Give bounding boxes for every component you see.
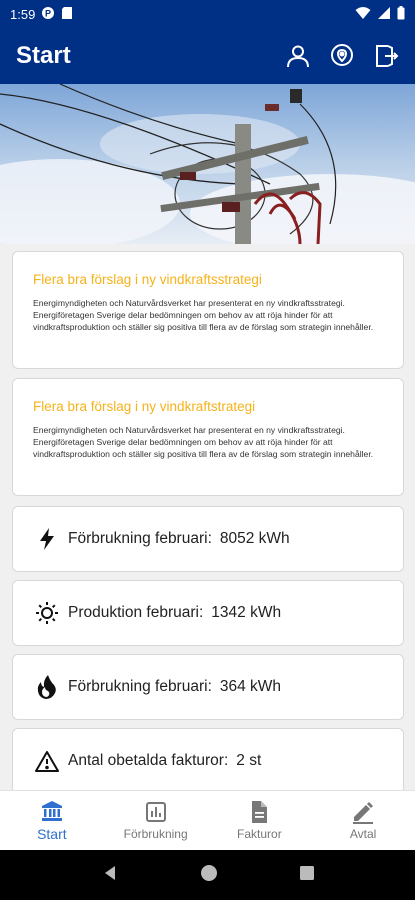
nav-label: Avtal xyxy=(349,827,377,841)
sd-card-icon xyxy=(61,6,73,23)
stat-label: Produktion februari: xyxy=(68,604,204,621)
stat-card-heating[interactable]: Förbrukning februari: 364 kWh xyxy=(12,654,404,720)
battery-icon xyxy=(397,5,405,23)
nav-tab-avtal[interactable]: Avtal xyxy=(311,791,415,850)
system-nav-bar xyxy=(0,850,415,900)
bank-icon xyxy=(41,801,62,821)
stat-value: 8052 kWh xyxy=(219,530,290,547)
nav-label: Start xyxy=(37,826,67,842)
status-time: 1:59 xyxy=(10,6,36,22)
flame-icon xyxy=(35,675,59,699)
wifi-icon xyxy=(355,6,371,23)
person-icon[interactable] xyxy=(285,43,311,69)
app-bar: Start xyxy=(0,28,415,84)
nav-tab-fakturor[interactable]: Fakturor xyxy=(208,791,312,850)
stat-label: Antal obetalda fakturor: xyxy=(68,752,229,769)
stat-card-consumption[interactable]: Förbrukning februari: 8052 kWh xyxy=(12,506,404,572)
stat-value: 1342 kWh xyxy=(211,604,282,621)
news-title: Flera bra förslag i ny vindkraftsstrateg… xyxy=(33,272,262,287)
stat-card-invoices[interactable]: Antal obetalda fakturor: 2 st xyxy=(12,728,404,790)
recents-icon[interactable] xyxy=(299,865,315,886)
logout-icon[interactable] xyxy=(373,43,399,69)
nav-label: Fakturor xyxy=(237,827,282,841)
back-icon[interactable] xyxy=(101,864,119,887)
warning-icon xyxy=(35,749,59,773)
nav-tab-start[interactable]: Start xyxy=(0,791,104,850)
news-body: Energimyndigheten och Naturvårdsverket h… xyxy=(33,425,374,459)
stat-card-production[interactable]: Produktion februari: 1342 kWh xyxy=(12,580,404,646)
stat-label: Förbrukning februari: xyxy=(68,678,212,695)
news-body: Energimyndigheten och Naturvårdsverket h… xyxy=(33,298,374,332)
location-icon[interactable] xyxy=(329,43,355,69)
nav-tab-forbrukning[interactable]: Förbrukning xyxy=(104,791,208,850)
stat-value: 2 st xyxy=(236,752,262,769)
stat-label: Förbrukning februari: xyxy=(68,530,212,547)
home-icon[interactable] xyxy=(200,864,218,887)
news-card[interactable]: Flera bra förslag i ny vindkraftstrategi… xyxy=(12,378,404,496)
status-bar: 1:59 P xyxy=(0,0,415,28)
bottom-nav: Start Förbrukning Fakturor Avtal xyxy=(0,790,415,850)
news-card[interactable]: Flera bra förslag i ny vindkraftsstrateg… xyxy=(12,251,404,369)
notification-icon: P xyxy=(41,6,55,23)
stat-value: 364 kWh xyxy=(219,678,282,695)
news-title: Flera bra förslag i ny vindkraftstrategi xyxy=(33,399,256,414)
content-area: Flera bra förslag i ny vindkraftsstrateg… xyxy=(0,244,415,790)
page-title: Start xyxy=(16,42,71,69)
pen-icon xyxy=(353,802,374,824)
hero-image xyxy=(0,84,415,244)
chart-icon xyxy=(145,802,166,822)
signal-icon xyxy=(377,6,391,23)
svg-text:P: P xyxy=(45,8,51,18)
document-icon xyxy=(252,801,268,823)
lightning-icon xyxy=(35,527,59,551)
nav-label: Förbrukning xyxy=(123,827,188,841)
sun-icon xyxy=(35,601,59,625)
